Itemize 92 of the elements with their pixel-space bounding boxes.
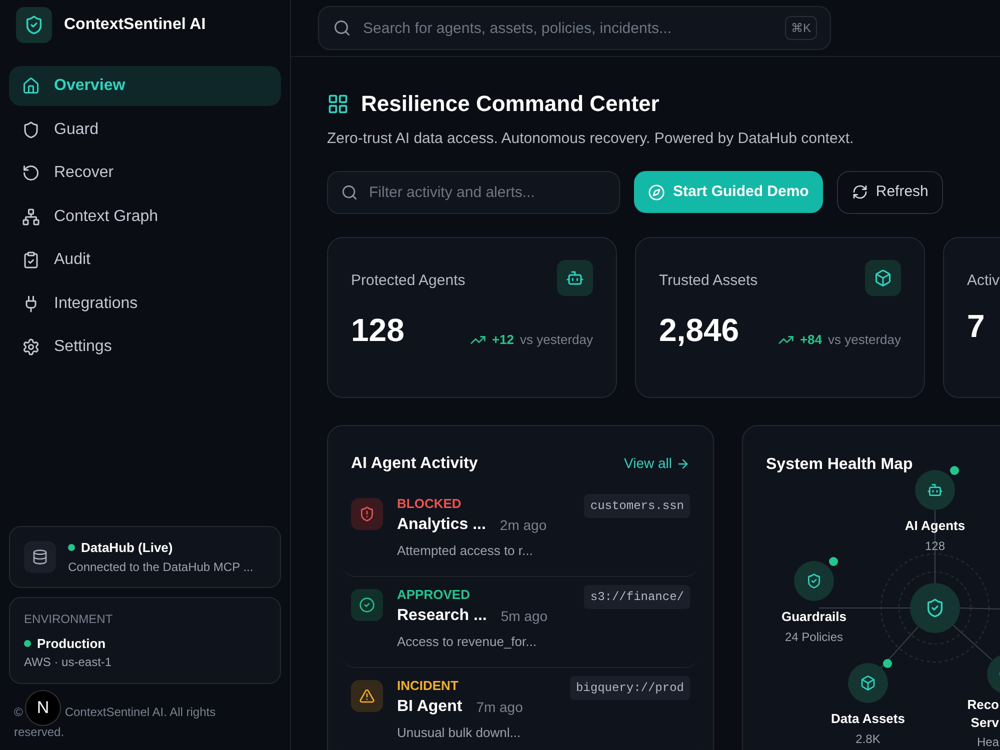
arrow-right-icon <box>676 456 690 470</box>
undo-icon <box>22 164 40 182</box>
resource-tag: bigquery://prod <box>570 676 690 700</box>
copyright-text: reserved. <box>14 724 64 741</box>
stat-delta: +12 <box>492 331 514 349</box>
datahub-title: DataHub (Live) <box>81 539 173 557</box>
activity-time: 7m ago <box>476 698 523 717</box>
panel-title: AI Agent Activity <box>351 454 478 474</box>
search-icon <box>341 184 358 200</box>
nav-item[interactable]: Audit <box>9 240 281 280</box>
refresh-button[interactable]: Refresh <box>836 170 944 214</box>
stat-label: Activ <box>967 270 1000 290</box>
agent-name: BI Agent <box>397 697 462 717</box>
environment-name: Production <box>37 634 106 652</box>
shield-check-icon <box>925 598 945 618</box>
nav-item[interactable]: Recover <box>9 153 281 193</box>
clipboard-check-icon <box>22 251 40 269</box>
activity-row[interactable]: APPROVED Research ... 5m ago Access to revenue_for... s3://finance/ <box>343 576 698 668</box>
activity-detail: Attempted access to r... <box>397 542 534 560</box>
stat-value: 7 <box>967 310 985 342</box>
settings-icon <box>22 338 40 356</box>
nav-item[interactable]: Overview <box>9 66 281 106</box>
node-value: 128 <box>924 538 946 554</box>
shortcut-hint: ⌘K <box>784 16 817 40</box>
database-icon <box>32 548 48 565</box>
node-label: Data Assets <box>831 710 905 728</box>
search-icon <box>333 19 351 37</box>
node-label: Guardrails <box>781 608 847 626</box>
nav-item[interactable]: Settings <box>9 327 281 367</box>
node-value: 24 Policies <box>784 628 844 644</box>
resource-tag: customers.ssn <box>584 494 690 518</box>
node-value: 2.8K <box>856 730 880 746</box>
check-circle-icon <box>359 596 375 612</box>
nav-item[interactable]: Context Graph <box>9 196 281 236</box>
activity-time: 2m ago <box>500 516 547 535</box>
node-label: AI Agents <box>904 516 966 535</box>
stat-delta: +84 <box>800 331 822 349</box>
nav-item[interactable]: Guard <box>9 110 281 150</box>
robot-icon <box>927 482 943 498</box>
health-node[interactable] <box>794 560 834 600</box>
stat-value: 128 <box>351 314 404 346</box>
connector-line <box>880 626 918 668</box>
agent-name: Research ... <box>397 606 487 626</box>
app-name: ContextSentinel AI <box>64 15 206 35</box>
connector-line <box>952 624 992 660</box>
activity-time: 5m ago <box>500 606 548 626</box>
status-label: BLOCKED <box>397 494 462 512</box>
cube-icon <box>874 268 892 286</box>
shield-icon <box>22 120 40 138</box>
nav-item[interactable]: Integrations <box>9 284 281 324</box>
robot-icon <box>566 268 584 286</box>
hierarchy-icon <box>22 208 40 226</box>
health-node[interactable] <box>915 470 955 510</box>
copyright-mark: © <box>14 704 23 721</box>
panel-title: System Health Map <box>766 454 913 474</box>
stat-delta-note: vs yesterday <box>520 331 593 349</box>
datahub-status: Connected to the DataHub MCP ... <box>68 558 254 576</box>
shield-alert-icon <box>359 506 375 522</box>
grid-icon <box>327 92 349 114</box>
stat-label: Protected Agents <box>351 270 466 290</box>
warning-icon <box>359 688 375 704</box>
page-subtitle: Zero-trust AI data access. Autonomous recovery. Powered by DataHub context. <box>327 129 855 149</box>
agent-name: Analytics ... <box>397 515 486 535</box>
health-node[interactable] <box>848 662 888 702</box>
refresh-icon <box>852 184 868 200</box>
page-title: Resilience Command Center <box>361 90 660 118</box>
status-label: APPROVED <box>397 586 471 604</box>
compass-icon <box>648 184 665 200</box>
activity-row[interactable]: BLOCKED Analytics ... 2m ago Attempted access to r... customers.ssn <box>343 486 698 576</box>
node-value: Hea <box>976 734 999 750</box>
cube-icon <box>860 674 876 690</box>
shield-check-icon <box>24 15 44 35</box>
view-all-link[interactable]: View all <box>624 453 690 474</box>
filter-field[interactable]: Filter activity and alerts... <box>327 170 620 214</box>
resource-tag: s3://finance/ <box>584 584 690 608</box>
status-label: INCIDENT <box>397 676 460 694</box>
activity-row[interactable]: INCIDENT BI Agent 7m ago Unusual bulk downl... bigquery://prod <box>343 668 698 750</box>
node-label: Reco <box>967 696 999 714</box>
home-icon <box>22 77 40 95</box>
stat-label: Trusted Assets <box>659 270 758 290</box>
activity-detail: Access to revenue_for... <box>397 633 538 651</box>
environment-region: AWS · us-east-1 <box>24 654 113 671</box>
stat-delta-note: vs yesterday <box>828 331 901 349</box>
dev-tools-button[interactable]: N <box>25 690 61 726</box>
stat-value: 2,846 <box>659 314 740 346</box>
connector-line <box>960 607 1000 609</box>
copyright-text: ContextSentinel AI. All rights <box>64 704 216 721</box>
environment-heading: ENVIRONMENT <box>24 610 114 628</box>
hub-node <box>910 582 960 632</box>
node-label: Serv <box>970 714 999 732</box>
activity-detail: Unusual bulk downl... <box>397 724 522 742</box>
shield-check-icon <box>806 572 822 588</box>
